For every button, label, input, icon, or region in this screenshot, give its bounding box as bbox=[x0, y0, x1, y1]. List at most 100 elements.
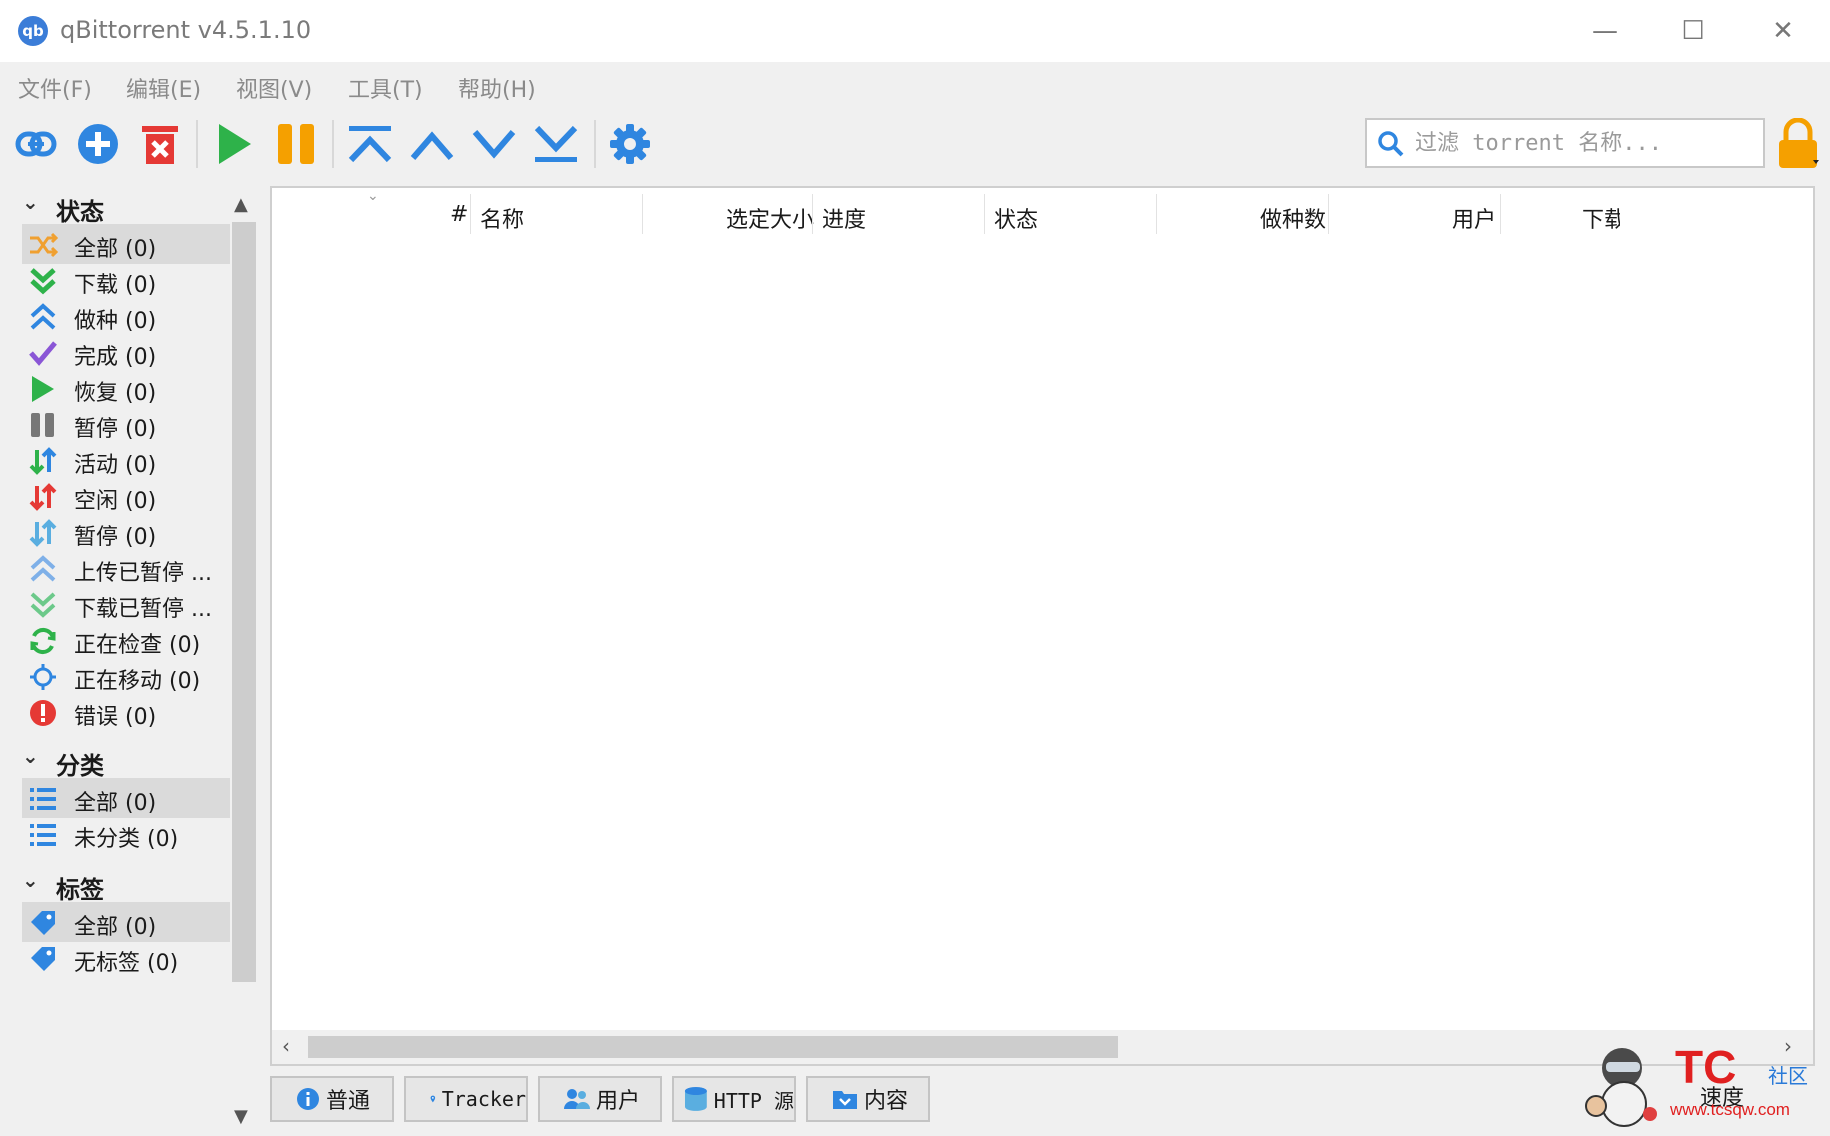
tag-filter-untagged[interactable]: 无标签 (0) bbox=[22, 938, 230, 978]
scroll-left-icon[interactable]: ‹ bbox=[282, 1034, 290, 1058]
status-section-header[interactable]: ⌄ 状态 bbox=[18, 186, 230, 226]
column-header-name[interactable]: 名称 bbox=[480, 202, 524, 234]
menu-view[interactable]: 视图(V) bbox=[236, 72, 312, 104]
pause-icon bbox=[278, 124, 314, 164]
category-filter-uncategorized[interactable]: 未分类 (0) bbox=[22, 814, 230, 854]
status-filter-inactive[interactable]: 空闲 (0) bbox=[22, 476, 230, 516]
tab-general[interactable]: 普通 bbox=[270, 1076, 394, 1122]
move-top-button[interactable] bbox=[344, 118, 396, 170]
category-filter-all[interactable]: 全部 (0) bbox=[22, 778, 230, 818]
upload-paused-icon bbox=[30, 555, 56, 582]
column-divider bbox=[1500, 194, 1501, 234]
tag-filter-all[interactable]: 全部 (0) bbox=[22, 902, 230, 942]
status-filter-label: 正在移动 (0) bbox=[74, 669, 201, 694]
status-filter-resumed[interactable]: 恢复 (0) bbox=[22, 368, 230, 408]
toolbar-separator bbox=[332, 120, 334, 168]
active-arrows-icon bbox=[29, 447, 57, 475]
status-filter-label: 恢复 (0) bbox=[74, 381, 157, 406]
column-header-peers[interactable]: 用户 bbox=[1452, 202, 1496, 234]
close-button[interactable]: ✕ bbox=[1748, 10, 1818, 52]
status-filter-label: 错误 (0) bbox=[74, 705, 157, 730]
check-icon bbox=[29, 341, 57, 366]
status-filter-errored[interactable]: 错误 (0) bbox=[22, 692, 230, 732]
move-bottom-button[interactable] bbox=[530, 118, 582, 170]
status-filter-label: 做种 (0) bbox=[74, 309, 157, 334]
list-icon bbox=[30, 788, 56, 810]
move-up-button[interactable] bbox=[406, 118, 458, 170]
status-filter-label: 完成 (0) bbox=[74, 345, 157, 370]
location-pin-icon bbox=[430, 1095, 436, 1103]
categories-section-header[interactable]: ⌄ 分类 bbox=[18, 740, 230, 780]
tags-section-header[interactable]: ⌄ 标签 bbox=[18, 864, 230, 904]
status-filter-label: 上传已暂停 ... bbox=[74, 561, 212, 586]
move-up-icon bbox=[410, 131, 454, 160]
download-paused-icon bbox=[30, 592, 56, 618]
column-header-download[interactable]: 下载 bbox=[1582, 202, 1620, 234]
delete-button[interactable] bbox=[134, 118, 186, 170]
tab-label: 普通 bbox=[326, 1089, 371, 1114]
column-divider bbox=[1328, 194, 1329, 234]
status-filter-active[interactable]: 活动 (0) bbox=[22, 440, 230, 480]
resume-button[interactable] bbox=[208, 118, 260, 170]
pause-button[interactable] bbox=[270, 118, 322, 170]
menu-tools[interactable]: 工具(T) bbox=[348, 72, 423, 104]
minimize-button[interactable]: — bbox=[1570, 10, 1640, 52]
move-bottom-icon bbox=[534, 125, 578, 162]
seeding-icon bbox=[30, 303, 56, 330]
watermark-logo: TC 社区 速度 www.tcsqw.com bbox=[1580, 1040, 1825, 1130]
torrent-list[interactable]: ⌄ # 名称 选定大小 进度 状态 做种数 用户 下载 ‹ › bbox=[270, 186, 1815, 1066]
chevron-down-icon: ⌄ bbox=[22, 868, 39, 892]
folder-icon bbox=[833, 1091, 857, 1109]
column-header-selected-size[interactable]: 选定大小 bbox=[726, 202, 814, 234]
filter-search-input[interactable] bbox=[1415, 126, 1755, 160]
title-bar: qb qBittorrent v4.5.1.10 — ☐ ✕ bbox=[0, 0, 1830, 62]
tab-label: Tracker bbox=[441, 1087, 526, 1111]
menu-bar: 文件(F) 编辑(E) 视图(V) 工具(T) 帮助(H) bbox=[0, 62, 1830, 110]
scroll-up-icon[interactable]: ▲ bbox=[234, 194, 248, 215]
column-header-number[interactable]: # bbox=[450, 202, 468, 227]
chevron-down-icon: ⌄ bbox=[22, 744, 39, 768]
tag-filter-label: 全部 (0) bbox=[74, 915, 157, 940]
status-filter-moving[interactable]: 正在移动 (0) bbox=[22, 656, 230, 696]
search-icon bbox=[1378, 131, 1404, 157]
status-filter-download-paused[interactable]: 下载已暂停 ... bbox=[22, 584, 230, 624]
tab-peers[interactable]: 用户 bbox=[538, 1076, 662, 1122]
delete-icon bbox=[142, 126, 178, 164]
status-filter-all[interactable]: 全部 (0) bbox=[22, 224, 230, 264]
tags-section-title: 标签 bbox=[56, 876, 104, 904]
shuffle-icon bbox=[30, 232, 58, 258]
move-top-icon bbox=[348, 126, 392, 163]
maximize-button[interactable]: ☐ bbox=[1658, 10, 1728, 52]
toolbar-separator bbox=[594, 120, 596, 168]
status-filter-downloading[interactable]: 下载 (0) bbox=[22, 260, 230, 300]
tab-http-sources[interactable]: HTTP 源 bbox=[672, 1076, 796, 1122]
move-down-button[interactable] bbox=[468, 118, 520, 170]
stalled-arrows-icon bbox=[29, 519, 57, 547]
status-filter-upload-paused[interactable]: 上传已暂停 ... bbox=[22, 548, 230, 588]
column-header-progress[interactable]: 进度 bbox=[822, 202, 866, 234]
status-filter-completed[interactable]: 完成 (0) bbox=[22, 332, 230, 372]
add-torrent-button[interactable] bbox=[72, 118, 124, 170]
hscrollbar-thumb[interactable] bbox=[308, 1036, 1118, 1058]
tab-content[interactable]: 内容 bbox=[806, 1076, 930, 1122]
column-header-seeds[interactable]: 做种数 bbox=[1260, 202, 1326, 234]
status-filter-paused[interactable]: 暂停 (0) bbox=[22, 404, 230, 444]
status-filter-checking[interactable]: 正在检查 (0) bbox=[22, 620, 230, 660]
settings-icon bbox=[610, 124, 650, 164]
lock-icon bbox=[1779, 117, 1819, 168]
status-filter-seeding[interactable]: 做种 (0) bbox=[22, 296, 230, 336]
info-icon bbox=[297, 1088, 319, 1110]
column-header-status[interactable]: 状态 bbox=[994, 202, 1038, 234]
status-filter-stalled[interactable]: 暂停 (0) bbox=[22, 512, 230, 552]
sidebar-scrollbar[interactable]: ▲ ▼ bbox=[230, 186, 258, 1136]
add-link-button[interactable] bbox=[10, 118, 62, 170]
settings-button[interactable] bbox=[604, 118, 656, 170]
lock-button[interactable] bbox=[1775, 117, 1821, 174]
menu-edit[interactable]: 编辑(E) bbox=[126, 72, 201, 104]
menu-help[interactable]: 帮助(H) bbox=[458, 72, 536, 104]
scroll-down-icon[interactable]: ▼ bbox=[234, 1106, 248, 1127]
sidebar-scrollbar-thumb[interactable] bbox=[232, 222, 256, 982]
watermark-url: www.tcsqw.com bbox=[1670, 1100, 1790, 1119]
menu-file[interactable]: 文件(F) bbox=[18, 72, 92, 104]
tab-tracker[interactable]: Tracker bbox=[404, 1076, 528, 1122]
